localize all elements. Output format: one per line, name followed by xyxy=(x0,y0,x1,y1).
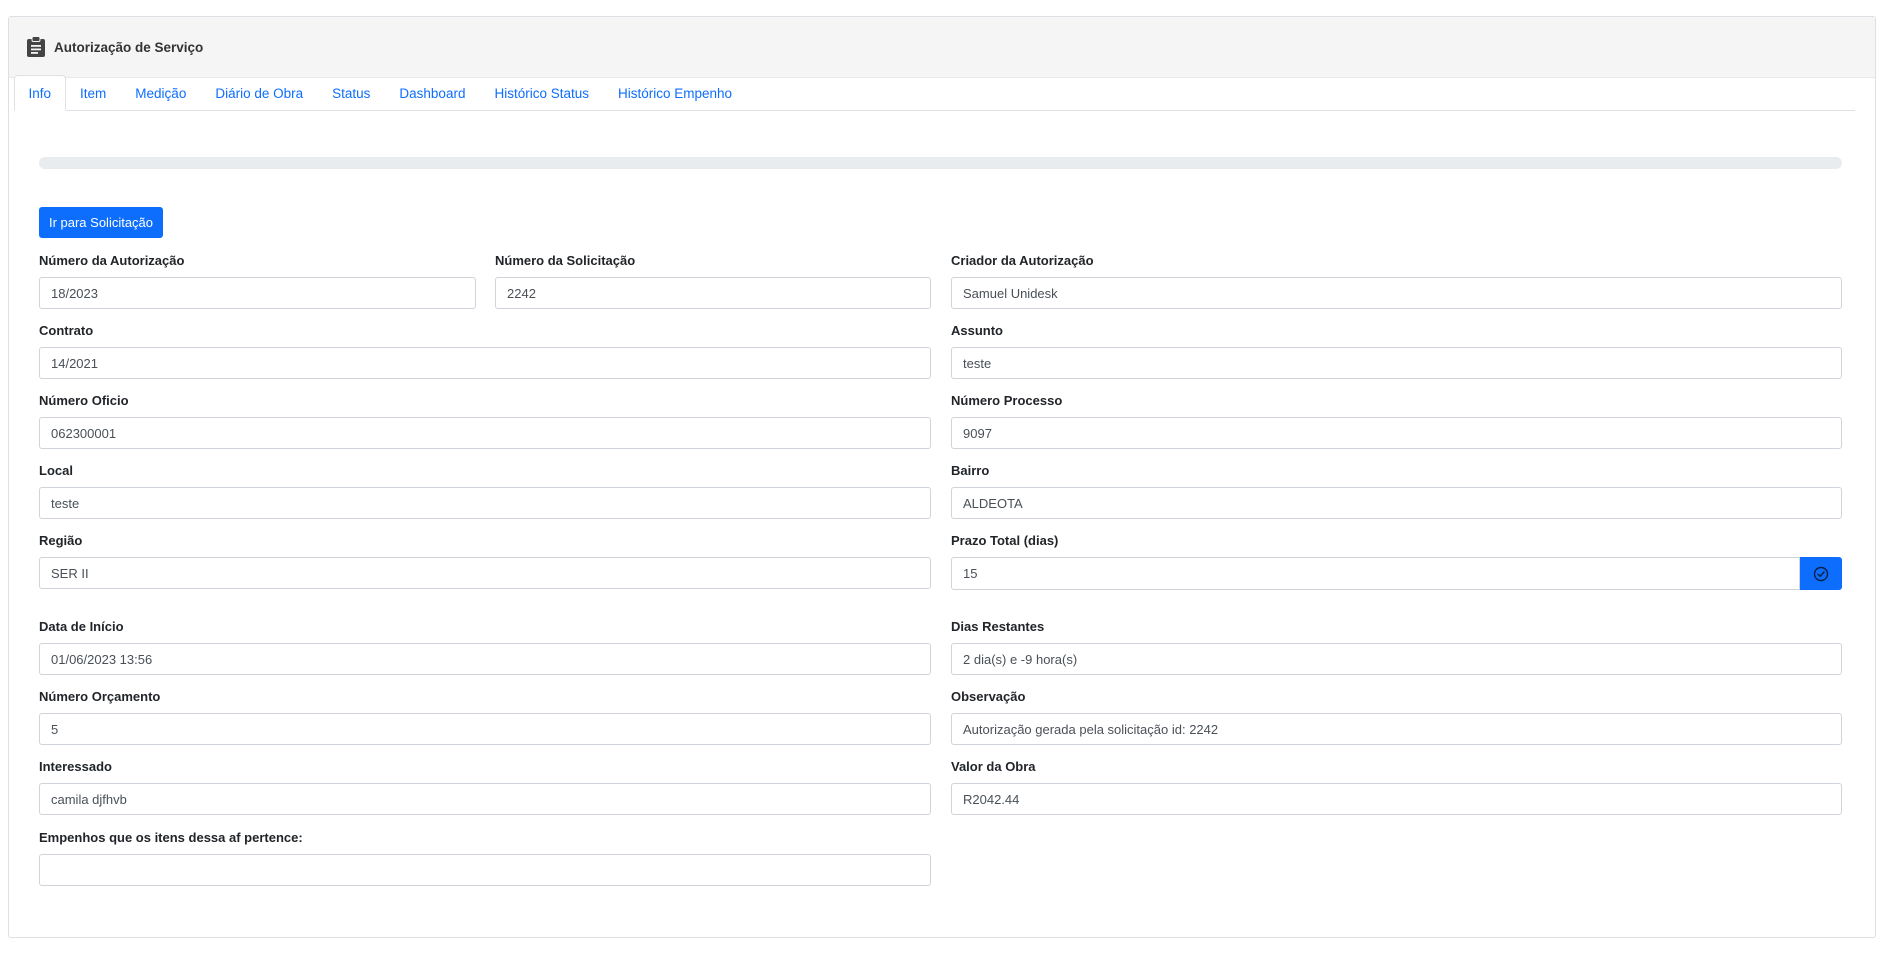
field-regiao: Região xyxy=(39,531,931,589)
tab-historico-status[interactable]: Histórico Status xyxy=(480,75,604,111)
label-numero-processo: Número Processo xyxy=(951,393,1063,408)
criador-input[interactable] xyxy=(951,277,1842,309)
tab-medicao[interactable]: Medição xyxy=(121,75,201,111)
field-data-inicio: Data de Início xyxy=(39,617,931,675)
numero-autorizacao-input[interactable] xyxy=(39,277,476,309)
prazo-total-input[interactable] xyxy=(951,557,1800,590)
label-prazo-total: Prazo Total (dias) xyxy=(951,533,1059,548)
card-header: Autorização de Serviço xyxy=(9,17,1875,78)
field-numero-oficio: Número Oficio xyxy=(39,391,931,449)
bairro-input[interactable] xyxy=(951,487,1842,519)
clipboard-icon xyxy=(26,36,46,58)
valor-obra-input[interactable] xyxy=(951,783,1842,815)
field-numero-autorizacao: Número da Autorização xyxy=(39,251,476,309)
assunto-input[interactable] xyxy=(951,347,1842,379)
label-contrato: Contrato xyxy=(39,323,94,338)
observacao-input[interactable] xyxy=(951,713,1842,745)
tab-status[interactable]: Status xyxy=(318,75,385,111)
tab-item[interactable]: Item xyxy=(66,75,121,111)
field-bairro: Bairro xyxy=(951,461,1842,519)
regiao-input[interactable] xyxy=(39,557,931,589)
field-numero-processo: Número Processo xyxy=(951,391,1842,449)
tab-diario-de-obra[interactable]: Diário de Obra xyxy=(201,75,318,111)
tab-bar: Info Item Medição Diário de Obra Status … xyxy=(14,75,1855,111)
local-input[interactable] xyxy=(39,487,931,519)
field-observacao: Observação xyxy=(951,687,1842,745)
label-valor-obra: Valor da Obra xyxy=(951,759,1036,774)
field-criador: Criador da Autorização xyxy=(951,251,1842,309)
contrato-input[interactable] xyxy=(39,347,931,379)
tab-dashboard[interactable]: Dashboard xyxy=(385,75,480,111)
label-dias-restantes: Dias Restantes xyxy=(951,619,1045,634)
label-numero-orcamento: Número Orçamento xyxy=(39,689,161,704)
numero-orcamento-input[interactable] xyxy=(39,713,931,745)
go-to-request-button[interactable]: Ir para Solicitação xyxy=(39,207,163,238)
field-dias-restantes: Dias Restantes xyxy=(951,617,1842,675)
prazo-total-input-group xyxy=(951,557,1842,590)
label-numero-oficio: Número Oficio xyxy=(39,393,129,408)
data-inicio-input[interactable] xyxy=(39,643,931,675)
field-contrato: Contrato xyxy=(39,321,931,379)
label-empenhos: Empenhos que os itens dessa af pertence: xyxy=(39,830,303,845)
field-empenhos: Empenhos que os itens dessa af pertence: xyxy=(39,828,931,886)
field-valor-obra: Valor da Obra xyxy=(951,757,1842,815)
label-observacao: Observação xyxy=(951,689,1026,704)
dias-restantes-input[interactable] xyxy=(951,643,1842,675)
label-bairro: Bairro xyxy=(951,463,990,478)
page-title: Autorização de Serviço xyxy=(54,39,204,55)
field-numero-orcamento: Número Orçamento xyxy=(39,687,931,745)
label-assunto: Assunto xyxy=(951,323,1003,338)
field-prazo-total: Prazo Total (dias) xyxy=(951,531,1842,590)
label-numero-solicitacao: Número da Solicitação xyxy=(495,253,636,268)
progress-bar xyxy=(39,157,1842,169)
tab-historico-empenho[interactable]: Histórico Empenho xyxy=(604,75,747,111)
numero-processo-input[interactable] xyxy=(951,417,1842,449)
label-local: Local xyxy=(39,463,73,478)
numero-solicitacao-input[interactable] xyxy=(495,277,931,309)
confirm-prazo-button[interactable] xyxy=(1800,557,1842,590)
label-criador: Criador da Autorização xyxy=(951,253,1094,268)
tab-info[interactable]: Info xyxy=(14,75,66,111)
field-interessado: Interessado xyxy=(39,757,931,815)
numero-oficio-input[interactable] xyxy=(39,417,931,449)
label-interessado: Interessado xyxy=(39,759,112,774)
check-circle-icon xyxy=(1813,566,1829,581)
field-assunto: Assunto xyxy=(951,321,1842,379)
label-regiao: Região xyxy=(39,533,83,548)
field-local: Local xyxy=(39,461,931,519)
interessado-input[interactable] xyxy=(39,783,931,815)
empenhos-input[interactable] xyxy=(39,854,931,886)
label-data-inicio: Data de Início xyxy=(39,619,124,634)
field-numero-solicitacao: Número da Solicitação xyxy=(495,251,931,309)
label-numero-autorizacao: Número da Autorização xyxy=(39,253,185,268)
